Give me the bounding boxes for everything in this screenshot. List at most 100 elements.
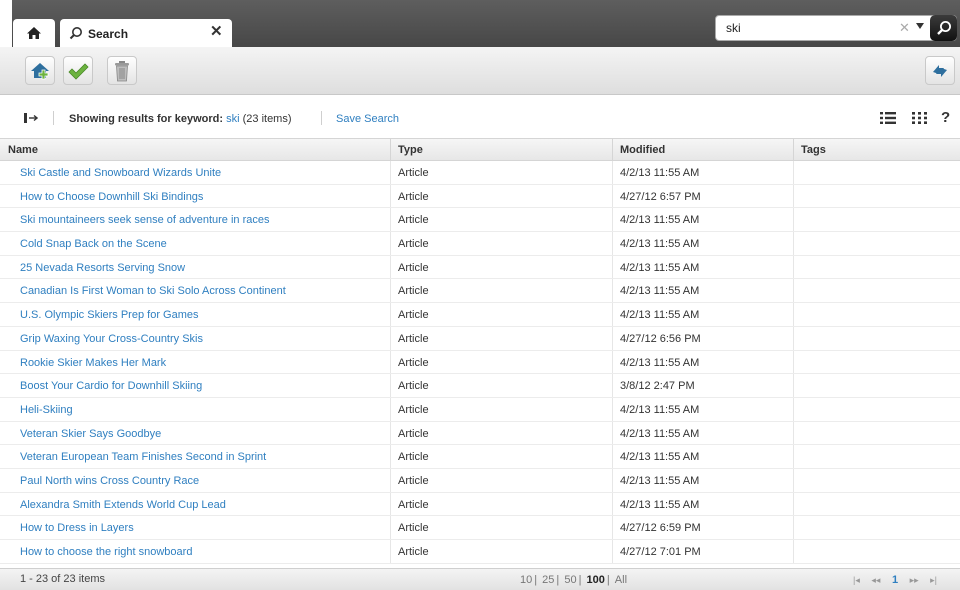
trash-icon bbox=[115, 60, 129, 81]
table-row[interactable]: Ski Castle and Snowboard Wizards Unite Ar… bbox=[0, 161, 960, 185]
column-divider bbox=[390, 468, 391, 492]
table-row[interactable]: Grip Waxing Your Cross-Country Skis Artic… bbox=[0, 326, 960, 351]
row-modified: 4/27/12 6:57 PM bbox=[620, 190, 701, 203]
table-row[interactable]: Rookie Skier Makes Her Mark Article 4/2/13… bbox=[0, 350, 960, 375]
table-row[interactable]: Cold Snap Back on the Scene Article 4/2/13… bbox=[0, 232, 960, 256]
previous-page-icon[interactable]: ◂◂ bbox=[871, 575, 880, 585]
column-divider bbox=[390, 184, 391, 208]
first-page-icon[interactable]: |◂ bbox=[853, 575, 860, 585]
table-row[interactable]: How to choose the right snowboard Article… bbox=[0, 540, 960, 564]
row-name-link[interactable]: Ski Castle and Snowboard Wizards Unite bbox=[20, 167, 221, 179]
toolbar bbox=[0, 47, 960, 95]
row-name-link[interactable]: Heli-Skiing bbox=[20, 404, 73, 416]
table-row[interactable]: Ski mountaineers seek sense of adventure… bbox=[0, 208, 960, 233]
search-input[interactable] bbox=[726, 20, 886, 36]
row-modified: 4/2/13 11:55 AM bbox=[620, 261, 700, 274]
row-name-link[interactable]: Alexandra Smith Extends World Cup Lead bbox=[20, 499, 226, 511]
column-divider bbox=[390, 516, 391, 539]
row-name-link[interactable]: How to Choose Downhill Ski Bindings bbox=[20, 191, 203, 203]
row-name-link[interactable]: Canadian Is First Woman to Ski Solo Acro… bbox=[20, 285, 286, 297]
row-type: Article bbox=[398, 546, 429, 558]
column-divider bbox=[390, 208, 391, 232]
close-tab-icon[interactable]: ✕ bbox=[210, 24, 223, 39]
table-row[interactable]: Veteran Skier Says Goodbye Article 4/2/13 … bbox=[0, 421, 960, 446]
divider bbox=[53, 111, 54, 125]
row-name-link[interactable]: Rookie Skier Makes Her Mark bbox=[20, 357, 166, 369]
collapse-panel-icon[interactable] bbox=[24, 112, 38, 124]
column-header-modified[interactable]: Modified bbox=[620, 144, 665, 156]
column-divider bbox=[793, 303, 794, 326]
column-divider bbox=[390, 540, 391, 563]
page-size-option[interactable]: 50 bbox=[564, 574, 576, 586]
row-modified: 4/2/13 11:55 AM bbox=[620, 427, 700, 440]
column-divider bbox=[390, 350, 391, 374]
tab-search[interactable]: Search ✕ bbox=[60, 19, 232, 47]
keyword-link[interactable]: ski bbox=[226, 113, 239, 125]
table-row[interactable]: Boost Your Cardio for Downhill Skiing Art… bbox=[0, 374, 960, 398]
row-name-link[interactable]: U.S. Olympic Skiers Prep for Games bbox=[20, 309, 199, 321]
column-divider bbox=[390, 303, 391, 326]
column-divider bbox=[612, 516, 613, 539]
page-size-option[interactable]: All bbox=[615, 574, 627, 586]
table-row[interactable]: Canadian Is First Woman to Ski Solo Acro… bbox=[0, 279, 960, 304]
approve-button[interactable] bbox=[63, 56, 93, 85]
list-view-icon[interactable] bbox=[880, 111, 896, 125]
row-name-link[interactable]: Boost Your Cardio for Downhill Skiing bbox=[20, 380, 202, 392]
row-type: Article bbox=[398, 238, 429, 251]
column-divider bbox=[793, 374, 794, 397]
add-button[interactable] bbox=[25, 56, 55, 85]
table-row[interactable]: U.S. Olympic Skiers Prep for Games Articl… bbox=[0, 303, 960, 327]
column-header-tags[interactable]: Tags bbox=[801, 144, 826, 156]
column-header-type[interactable]: Type bbox=[398, 144, 423, 156]
last-page-icon[interactable]: ▸| bbox=[930, 575, 937, 585]
column-divider bbox=[612, 326, 613, 350]
column-divider bbox=[793, 139, 794, 161]
row-name-link[interactable]: How to Dress in Layers bbox=[20, 522, 134, 534]
save-search-link[interactable]: Save Search bbox=[336, 113, 399, 125]
delete-button[interactable] bbox=[107, 56, 137, 85]
page-size-option[interactable]: 10 bbox=[520, 574, 532, 586]
table-row[interactable]: Veteran European Team Finishes Second in… bbox=[0, 445, 960, 469]
current-page[interactable]: 1 bbox=[892, 574, 898, 586]
row-name-link[interactable]: Paul North wins Cross Country Race bbox=[20, 475, 199, 487]
row-modified: 4/27/12 6:59 PM bbox=[620, 522, 701, 535]
column-divider bbox=[390, 492, 391, 516]
column-header-name[interactable]: Name bbox=[8, 144, 38, 156]
next-page-icon[interactable]: ▸▸ bbox=[910, 575, 919, 585]
column-divider bbox=[390, 374, 391, 397]
search-submit-button[interactable] bbox=[930, 15, 957, 41]
row-name-link[interactable]: Veteran Skier Says Goodbye bbox=[20, 428, 161, 440]
row-type: Article bbox=[398, 427, 429, 440]
row-name-link[interactable]: 25 Nevada Resorts Serving Snow bbox=[20, 262, 185, 274]
home-tab[interactable] bbox=[13, 19, 55, 47]
row-modified: 4/2/13 11:55 AM bbox=[620, 238, 700, 251]
column-divider bbox=[612, 279, 613, 303]
home-icon bbox=[27, 27, 41, 39]
clear-search-icon[interactable]: ✕ bbox=[899, 20, 910, 36]
row-name-link[interactable]: Ski mountaineers seek sense of adventure… bbox=[20, 214, 269, 226]
column-divider bbox=[390, 397, 391, 421]
page-size-option-selected[interactable]: 100 bbox=[587, 574, 605, 586]
row-name-link[interactable]: How to choose the right snowboard bbox=[20, 546, 192, 558]
page-size-option[interactable]: 25 bbox=[542, 574, 554, 586]
column-divider bbox=[390, 255, 391, 279]
row-name-link[interactable]: Veteran European Team Finishes Second in… bbox=[20, 451, 266, 463]
row-modified: 4/2/13 11:55 AM bbox=[620, 356, 700, 369]
row-name-link[interactable]: Cold Snap Back on the Scene bbox=[20, 238, 167, 250]
table-row[interactable]: 25 Nevada Resorts Serving Snow Article 4/2… bbox=[0, 255, 960, 280]
column-divider bbox=[390, 445, 391, 468]
table-row[interactable]: Paul North wins Cross Country Race Articl… bbox=[0, 468, 960, 493]
search-options-chevron-icon[interactable] bbox=[916, 23, 924, 29]
table-row[interactable]: How to Choose Downhill Ski Bindings Artic… bbox=[0, 184, 960, 209]
table-row[interactable]: Alexandra Smith Extends World Cup Lead Ar… bbox=[0, 492, 960, 517]
row-type: Article bbox=[398, 332, 429, 345]
table-row[interactable]: How to Dress in Layers Article 4/27/12 6:5… bbox=[0, 516, 960, 540]
help-icon[interactable]: ? bbox=[941, 109, 950, 126]
row-name-link[interactable]: Grip Waxing Your Cross-Country Skis bbox=[20, 333, 203, 345]
column-divider bbox=[390, 326, 391, 350]
grid-view-icon[interactable] bbox=[912, 111, 927, 125]
table-row[interactable]: Heli-Skiing Article 4/2/13 11:55 AM bbox=[0, 397, 960, 422]
sync-button[interactable] bbox=[925, 56, 955, 85]
column-divider bbox=[612, 161, 613, 184]
row-type: Article bbox=[398, 522, 429, 535]
